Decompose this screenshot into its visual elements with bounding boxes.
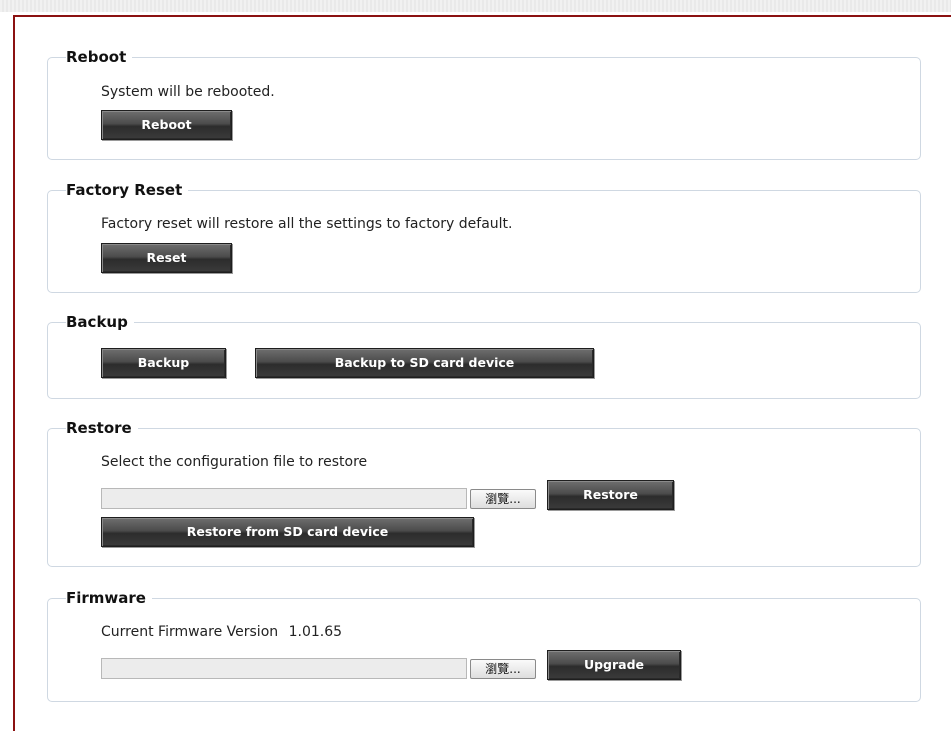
reboot-legend: Reboot <box>66 48 133 66</box>
restore-browse-button[interactable]: 瀏覽... <box>470 489 536 509</box>
restore-button[interactable]: Restore <box>547 480 674 510</box>
upgrade-button[interactable]: Upgrade <box>547 650 681 680</box>
factory-reset-section <box>47 190 921 293</box>
restore-from-sd-button[interactable]: Restore from SD card device <box>101 517 474 547</box>
reboot-button[interactable]: Reboot <box>101 110 232 140</box>
firmware-version-row: Current Firmware Version 1.01.65 <box>101 623 342 641</box>
backup-legend: Backup <box>66 313 134 331</box>
factory-reset-legend: Factory Reset <box>66 181 189 199</box>
firmware-browse-button[interactable]: 瀏覽... <box>470 659 536 679</box>
firmware-legend: Firmware <box>66 589 152 607</box>
reboot-section <box>47 57 921 160</box>
top-strip <box>0 0 951 12</box>
reboot-description: System will be rebooted. <box>101 84 275 100</box>
firmware-version-label: Current Firmware Version <box>101 624 279 640</box>
backup-to-sd-button[interactable]: Backup to SD card device <box>255 348 594 378</box>
firmware-file-input[interactable] <box>101 658 467 679</box>
backup-button[interactable]: Backup <box>101 348 226 378</box>
factory-reset-description: Factory reset will restore all the setti… <box>101 216 513 232</box>
restore-description: Select the configuration file to restore <box>101 454 368 470</box>
reset-button[interactable]: Reset <box>101 243 232 273</box>
firmware-version-value: 1.01.65 <box>288 624 343 640</box>
restore-legend: Restore <box>66 419 138 437</box>
restore-file-input[interactable] <box>101 488 467 509</box>
firmware-section <box>47 598 921 702</box>
